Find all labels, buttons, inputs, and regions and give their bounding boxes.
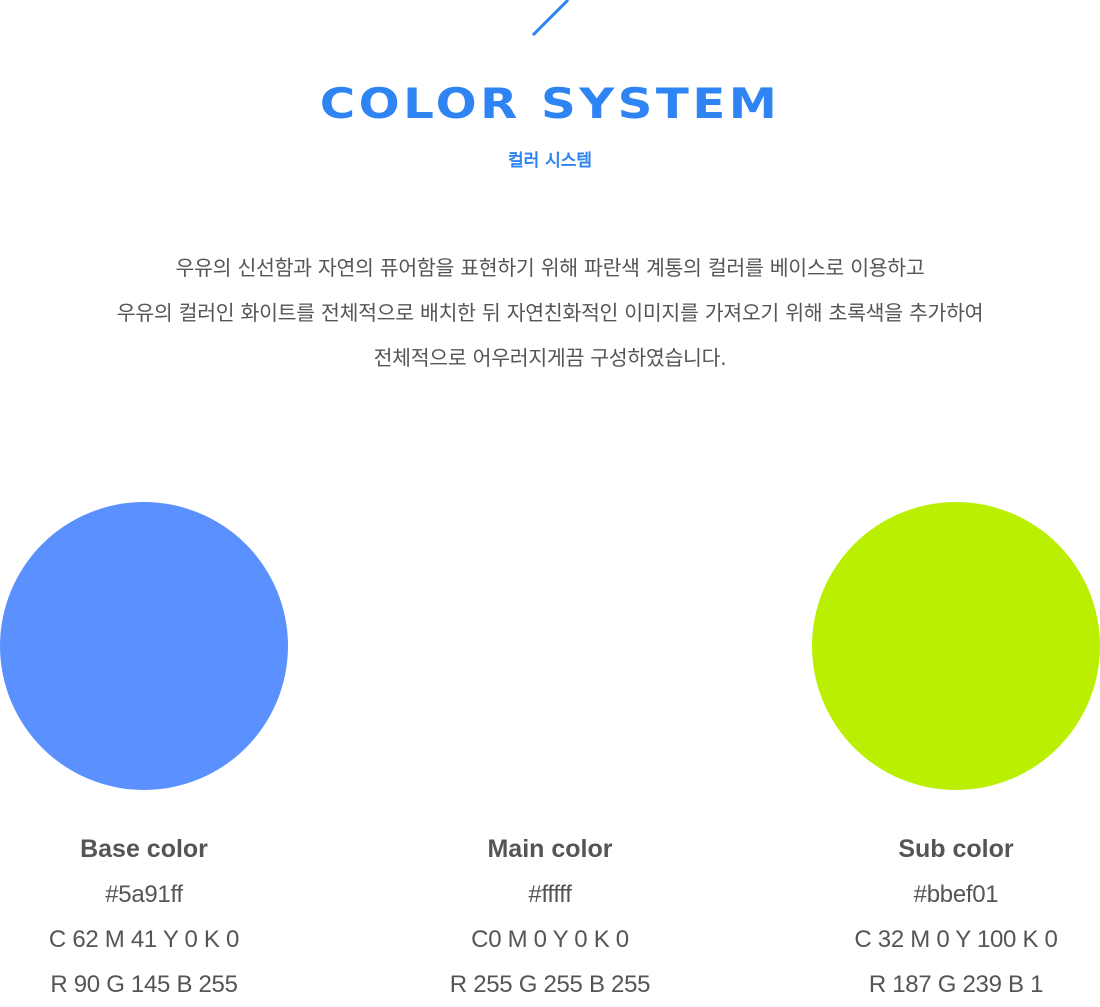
color-cmyk: C 32 M 0 Y 100 K 0	[854, 926, 1058, 953]
description-line: 전체적으로 어우러지게끔 구성하였습니다.	[373, 346, 727, 370]
description-line: 우유의 컬러인 화이트를 전체적으로 배치한 뒤 자연친화적인 이미지를 가져오…	[116, 301, 984, 325]
sub-color-info: Sub color #bbef01 C 32 M 0 Y 100 K 0 R 1…	[806, 827, 1100, 1007]
color-rgb: R 187 G 239 B 1	[868, 971, 1044, 998]
color-hex: #5a91ff	[105, 881, 183, 908]
section-subtitle: 컬러 시스템	[507, 151, 593, 171]
description: 우유의 신선함과 자연의 퓨어함을 표현하기 위해 파란색 계통의 컬러를 베이…	[0, 246, 1100, 381]
description-line: 우유의 신선함과 자연의 퓨어함을 표현하기 위해 파란색 계통의 컬러를 베이…	[175, 256, 925, 280]
color-name: Sub color	[898, 835, 1014, 863]
color-rgb: R 255 G 255 B 255	[449, 971, 651, 998]
base-color-swatch	[0, 502, 288, 790]
color-hex: #fffff	[528, 881, 572, 908]
color-cmyk: C 62 M 41 Y 0 K 0	[48, 926, 240, 953]
color-name: Main color	[487, 835, 613, 863]
main-color-swatch	[406, 502, 694, 790]
color-name: Base color	[80, 835, 208, 863]
slash-line-icon	[532, 0, 570, 36]
color-cmyk: C0 M 0 Y 0 K 0	[471, 926, 629, 953]
color-hex: #bbef01	[913, 881, 999, 908]
section-title: COLOR SYSTEM	[319, 79, 781, 128]
sub-color-swatch	[812, 502, 1100, 790]
color-rgb: R 90 G 145 B 255	[50, 971, 238, 998]
base-color-info: Base color #5a91ff C 62 M 41 Y 0 K 0 R 9…	[0, 827, 294, 1007]
main-color-info: Main color #fffff C0 M 0 Y 0 K 0 R 255 G…	[400, 827, 700, 1007]
